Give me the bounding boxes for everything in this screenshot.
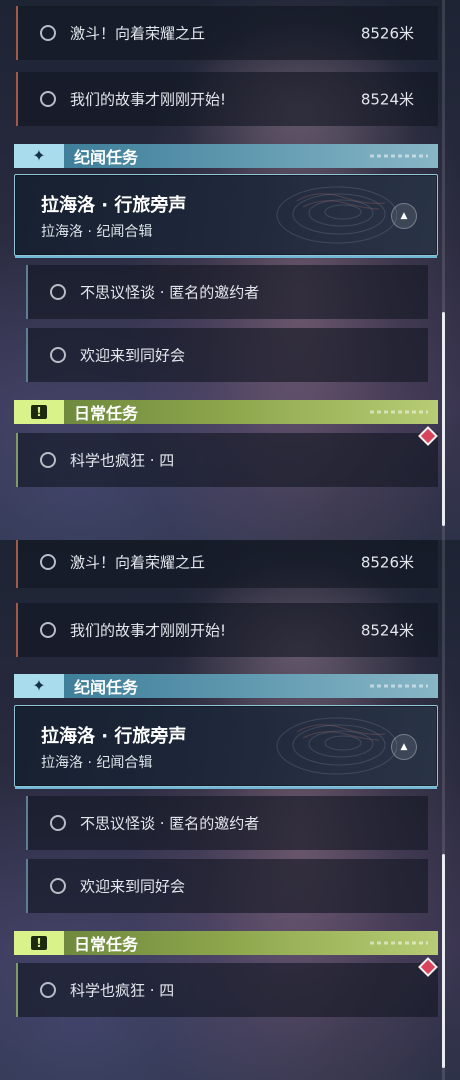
quest-chain-subtitle: 拉海洛 · 纪闻合辑 (41, 755, 153, 771)
quest-title: 欢迎来到同好会 (80, 346, 186, 365)
story-quest-header[interactable]: ✦ 纪闻任务 (14, 144, 438, 168)
alert-icon: ! (31, 405, 47, 419)
pinned-quest-item[interactable]: 激斗！向着荣耀之丘 8526米 (16, 540, 438, 588)
story-quest-item[interactable]: 欢迎来到同好会 (26, 859, 428, 913)
story-quest-card[interactable]: 拉海洛 · 行旅旁声 拉海洛 · 纪闻合辑 ▲ (14, 705, 438, 789)
circle-icon (40, 982, 56, 998)
sparkle-icon: ✦ (32, 676, 46, 695)
daily-quest-item[interactable]: 科学也疯狂 · 四 (16, 963, 438, 1017)
daily-quest-item[interactable]: 科学也疯狂 · 四 (16, 433, 438, 487)
circle-icon (50, 284, 66, 300)
quest-title: 激斗！向着荣耀之丘 (70, 24, 206, 43)
header-decoration (370, 410, 428, 414)
circle-icon (40, 622, 56, 638)
header-decoration (370, 941, 428, 945)
circle-icon (40, 25, 56, 41)
contour-map-decoration (276, 186, 397, 244)
story-quest-item[interactable]: 不思议怪谈 · 匿名的邀约者 (26, 265, 428, 319)
navigate-icon[interactable]: ▲ (391, 203, 417, 229)
quest-panel-top: 激斗！向着荣耀之丘 8526米 我们的故事才刚刚开始! 8524米 ✦ 纪闻任务… (0, 0, 460, 540)
quest-distance: 8526米 (360, 24, 414, 43)
daily-quest-header[interactable]: ! 日常任务 (14, 931, 438, 955)
daily-quest-badge: ! (14, 931, 64, 955)
daily-quest-header[interactable]: ! 日常任务 (14, 400, 438, 424)
quest-distance: 8524米 (360, 621, 414, 640)
circle-icon (40, 452, 56, 468)
pinned-quest-item[interactable]: 激斗！向着荣耀之丘 8526米 (16, 6, 438, 60)
quest-title: 不思议怪谈 · 匿名的邀约者 (80, 814, 260, 833)
header-decoration (370, 684, 428, 688)
quest-chain-subtitle: 拉海洛 · 纪闻合辑 (41, 224, 153, 240)
story-quest-header[interactable]: ✦ 纪闻任务 (14, 674, 438, 698)
quest-panel-bottom: 激斗！向着荣耀之丘 8526米 我们的故事才刚刚开始! 8524米 ✦ 纪闻任务… (0, 540, 460, 1080)
story-quest-item[interactable]: 不思议怪谈 · 匿名的邀约者 (26, 796, 428, 850)
story-quest-badge: ✦ (14, 144, 64, 168)
quest-title: 不思议怪谈 · 匿名的邀约者 (80, 283, 260, 302)
section-label: 日常任务 (74, 404, 139, 423)
sparkle-icon: ✦ (32, 146, 46, 165)
header-decoration (370, 154, 428, 158)
quest-title: 我们的故事才刚刚开始! (70, 621, 227, 640)
pinned-quest-item[interactable]: 我们的故事才刚刚开始! 8524米 (16, 603, 438, 657)
section-label: 纪闻任务 (74, 678, 139, 697)
contour-map-decoration (276, 717, 397, 775)
circle-icon (50, 347, 66, 363)
story-quest-item[interactable]: 欢迎来到同好会 (26, 328, 428, 382)
daily-quest-badge: ! (14, 400, 64, 424)
quest-title: 激斗！向着荣耀之丘 (70, 553, 206, 572)
scrollbar-thumb[interactable] (442, 312, 445, 526)
quest-chain-title: 拉海洛 · 行旅旁声 (41, 726, 187, 747)
circle-icon (50, 878, 66, 894)
quest-distance: 8526米 (360, 553, 414, 572)
story-quest-badge: ✦ (14, 674, 64, 698)
quest-title: 欢迎来到同好会 (80, 877, 186, 896)
circle-icon (40, 91, 56, 107)
quest-distance: 8524米 (360, 90, 414, 109)
alert-icon: ! (31, 936, 47, 950)
quest-title: 科学也疯狂 · 四 (70, 451, 175, 470)
quest-title: 科学也疯狂 · 四 (70, 981, 175, 1000)
quest-chain-title: 拉海洛 · 行旅旁声 (41, 195, 187, 216)
quest-title: 我们的故事才刚刚开始! (70, 90, 227, 109)
section-label: 纪闻任务 (74, 148, 139, 167)
circle-icon (50, 815, 66, 831)
circle-icon (40, 554, 56, 570)
section-label: 日常任务 (74, 935, 139, 954)
story-quest-card[interactable]: 拉海洛 · 行旅旁声 拉海洛 · 纪闻合辑 ▲ (14, 174, 438, 258)
pinned-quest-item[interactable]: 我们的故事才刚刚开始! 8524米 (16, 72, 438, 126)
scrollbar-thumb[interactable] (442, 854, 445, 1068)
navigate-icon[interactable]: ▲ (391, 734, 417, 760)
